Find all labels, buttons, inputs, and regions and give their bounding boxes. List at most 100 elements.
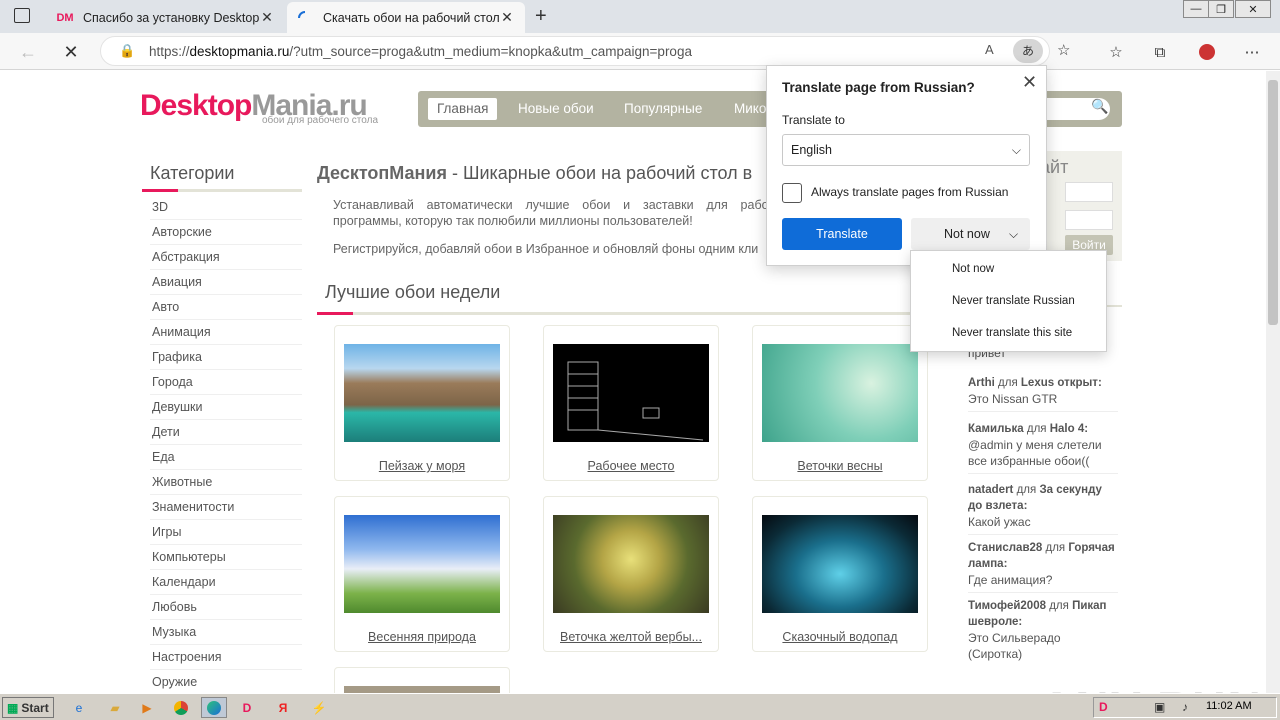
category-link[interactable]: Еда: [150, 445, 302, 470]
minimize-icon[interactable]: —: [1183, 0, 1209, 18]
wallpaper-link[interactable]: Весенняя природа: [335, 630, 509, 644]
category-link[interactable]: Абстракция: [150, 245, 302, 270]
menu-new[interactable]: Новые обои: [509, 98, 603, 120]
close-tab-icon[interactable]: ✕: [259, 9, 275, 26]
stop-loading-icon[interactable]: ✕: [59, 41, 83, 63]
ie-icon[interactable]: e: [66, 697, 92, 718]
lock-icon[interactable]: 🔒: [119, 43, 135, 59]
tab-actions-icon[interactable]: [14, 8, 30, 23]
edge-icon[interactable]: [201, 697, 227, 718]
language-select[interactable]: English ⌵: [782, 134, 1030, 166]
wallpaper-link[interactable]: Пейзаж у моря: [335, 459, 509, 473]
app-icon[interactable]: ⚡: [306, 697, 332, 718]
wallpaper-card[interactable]: Веточки весны: [752, 325, 928, 481]
translate-title: Translate page from Russian?: [782, 80, 975, 95]
wallpaper-card[interactable]: Весенняя природа: [334, 496, 510, 652]
wallpaper-card[interactable]: Пейзаж у моря: [334, 325, 510, 481]
search-icon[interactable]: 🔍: [1091, 98, 1108, 115]
category-link[interactable]: Любовь: [150, 595, 302, 620]
wallpaper-thumbnail[interactable]: [344, 515, 500, 613]
wallpaper-thumbnail[interactable]: [553, 515, 709, 613]
category-link[interactable]: Игры: [150, 520, 302, 545]
category-link[interactable]: Графика: [150, 345, 302, 370]
wallpaper-thumbnail[interactable]: [762, 515, 918, 613]
wallpaper-card[interactable]: Веточка желтой вербы...: [543, 496, 719, 652]
wallpaper-link[interactable]: Веточки весны: [753, 459, 927, 473]
password-input[interactable]: [1065, 210, 1113, 230]
collections-icon[interactable]: ⧉: [1148, 42, 1172, 62]
category-link[interactable]: Знаменитости: [150, 495, 302, 520]
category-link[interactable]: Девушки: [150, 395, 302, 420]
taskbar: ▦ Start e ▰ ▶ D Я ⚡ D ▣ ♪ 11:02 AM: [0, 693, 1280, 720]
folder-icon[interactable]: ▰: [102, 697, 128, 718]
address-row: ← ✕ 🔒 https://desktopmania.ru/?utm_sourc…: [0, 33, 1280, 70]
tab-title: Скачать обои на рабочий стол: [323, 10, 499, 25]
dropdown-never-site[interactable]: Never translate this site: [952, 327, 1072, 339]
wallpaper-card[interactable]: Сказочный водопад: [752, 496, 928, 652]
comment-author[interactable]: Камилька для Halo 4:: [968, 421, 1118, 437]
menu-popular[interactable]: Популярные: [615, 98, 711, 120]
wallpaper-thumbnail[interactable]: [344, 686, 500, 693]
profile-avatar-icon[interactable]: [1195, 42, 1219, 62]
start-button[interactable]: ▦ Start: [2, 697, 54, 718]
translate-icon[interactable]: あ: [1013, 39, 1043, 63]
wallpaper-card[interactable]: Рабочее место: [543, 325, 719, 481]
window-close-icon[interactable]: ✕: [1235, 0, 1271, 18]
dropdown-not-now[interactable]: Not now: [952, 263, 994, 275]
more-menu-icon[interactable]: ⋯: [1240, 42, 1264, 62]
volume-icon[interactable]: ♪: [1182, 700, 1188, 714]
category-link[interactable]: Анимация: [150, 320, 302, 345]
category-link[interactable]: Животные: [150, 470, 302, 495]
chevron-down-icon[interactable]: ⌵: [1009, 218, 1018, 250]
category-link[interactable]: 3D: [150, 195, 302, 220]
read-aloud-icon[interactable]: A: [985, 42, 994, 57]
category-link[interactable]: Настроения: [150, 645, 302, 670]
restore-icon[interactable]: ❐: [1208, 0, 1234, 18]
category-link[interactable]: Авиация: [150, 270, 302, 295]
wallpaper-thumbnail[interactable]: [344, 344, 500, 442]
close-tab-icon[interactable]: ✕: [499, 9, 515, 26]
add-favorite-icon[interactable]: ☆: [1057, 41, 1070, 59]
comment-author[interactable]: natadert для За секунду до взлета:: [968, 482, 1118, 514]
comment-author[interactable]: Тимофей2008 для Пикап шевроле:: [968, 598, 1118, 630]
wallpaper-link[interactable]: Веточка желтой вербы...: [544, 630, 718, 644]
not-now-dropdown: Not now Never translate Russian Never tr…: [910, 250, 1107, 352]
dropdown-never-russian[interactable]: Never translate Russian: [952, 295, 1075, 307]
scrollbar-thumb[interactable]: [1268, 80, 1278, 325]
close-icon[interactable]: ✕: [1022, 72, 1037, 93]
wallpaper-card[interactable]: [334, 667, 510, 693]
category-link[interactable]: Дети: [150, 420, 302, 445]
yandex-icon[interactable]: Я: [270, 697, 296, 718]
tab-thanks[interactable]: DM Спасибо за установку DesktopM ✕: [47, 2, 285, 33]
chrome-icon[interactable]: [168, 697, 194, 718]
address-bar[interactable]: 🔒 https://desktopmania.ru/?utm_source=pr…: [100, 36, 1070, 66]
desktopmania-tray-icon[interactable]: D: [1099, 700, 1108, 714]
category-link[interactable]: Города: [150, 370, 302, 395]
comment-author[interactable]: Станислав28 для Горячая лампа:: [968, 540, 1118, 572]
tab-wallpapers[interactable]: Скачать обои на рабочий стол ✕: [287, 2, 525, 33]
back-icon[interactable]: ←: [16, 41, 40, 63]
favorites-icon[interactable]: ☆: [1104, 42, 1128, 62]
media-player-icon[interactable]: ▶: [134, 697, 160, 718]
comment-author[interactable]: Arthi для Lexus открыт:: [968, 375, 1118, 391]
url-text[interactable]: https://desktopmania.ru/?utm_source=prog…: [149, 44, 692, 59]
translate-button[interactable]: Translate: [782, 218, 902, 250]
new-tab-icon[interactable]: +: [535, 5, 547, 28]
wallpaper-thumbnail[interactable]: [762, 344, 918, 442]
not-now-button[interactable]: Not now ⌵: [911, 218, 1030, 250]
category-link[interactable]: Календари: [150, 570, 302, 595]
category-link[interactable]: Авторские: [150, 220, 302, 245]
category-link[interactable]: Авто: [150, 295, 302, 320]
desktopmania-icon[interactable]: D: [234, 697, 260, 718]
network-icon[interactable]: ▣: [1154, 700, 1165, 714]
wallpaper-thumbnail[interactable]: [553, 344, 709, 442]
menu-main[interactable]: Главная: [428, 98, 498, 120]
login-input[interactable]: [1065, 182, 1113, 202]
always-translate-checkbox[interactable]: [782, 183, 802, 203]
comment-item: Камилька для Halo 4: @admin у меня слете…: [968, 421, 1118, 474]
category-link[interactable]: Музыка: [150, 620, 302, 645]
wallpaper-link[interactable]: Сказочный водопад: [753, 630, 927, 644]
wallpaper-link[interactable]: Рабочее место: [544, 459, 718, 473]
category-link[interactable]: Компьютеры: [150, 545, 302, 570]
category-link[interactable]: Оружие: [150, 670, 302, 693]
